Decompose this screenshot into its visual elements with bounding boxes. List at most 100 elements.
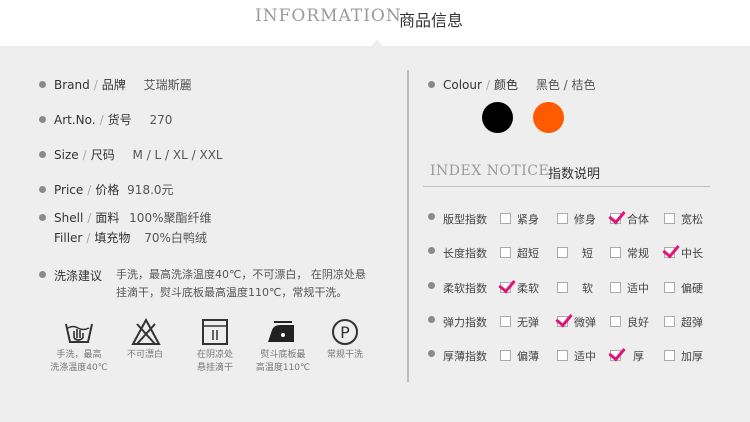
index-option[interactable]: 良好	[610, 314, 649, 330]
index-option-label: 超短	[517, 247, 539, 260]
checkbox[interactable]	[664, 213, 675, 224]
bullet-icon	[428, 350, 435, 357]
index-option-label: 短	[582, 247, 593, 260]
index-option[interactable]: 加厚	[664, 348, 703, 364]
spec-label-en: Price	[54, 183, 84, 197]
bullet-icon	[428, 247, 435, 254]
index-option-label: 良好	[627, 316, 649, 329]
spec-value: 70%白鸭绒	[144, 231, 207, 245]
index-title-en: INDEX NOTICE	[430, 163, 550, 179]
care-caption: 常规干洗	[312, 349, 378, 362]
index-option[interactable]: 无弹	[500, 314, 539, 330]
care-caption-line: 高温度110℃	[255, 363, 311, 373]
spec-label-cn: 填充物	[94, 231, 131, 245]
checkbox[interactable]	[610, 282, 621, 293]
bullet-icon	[39, 271, 46, 278]
checkbox[interactable]	[557, 213, 568, 224]
wash-note: 手洗，最高洗涤温度40℃，不可漂白， 在阴凉处悬 挂滴干，熨斗底板最高温度110…	[116, 266, 386, 302]
checkbox-checked[interactable]	[610, 350, 621, 361]
spec-label-cn: 品牌	[101, 78, 126, 92]
index-option[interactable]: 适中	[610, 280, 649, 296]
checkbox[interactable]	[500, 247, 511, 258]
iron-icon	[268, 321, 294, 342]
checkbox-checked[interactable]	[500, 282, 511, 293]
index-option[interactable]: 修身	[557, 211, 596, 227]
index-option-label: 超弹	[681, 316, 703, 329]
care-caption-line: 手洗，最高	[56, 350, 102, 360]
header-title-en: INFORMATION	[255, 6, 402, 26]
drip-dry-icon	[202, 319, 228, 345]
index-option-label: 适中	[627, 282, 649, 295]
index-option-label: 厚	[633, 350, 644, 363]
index-option[interactable]: 宽松	[664, 211, 703, 227]
index-option[interactable]: 短	[557, 245, 593, 261]
care-caption: 熨斗底板最 高温度110℃	[250, 349, 316, 375]
index-row-label: 柔软指数	[443, 282, 487, 295]
index-option[interactable]: 常规	[610, 245, 649, 261]
index-option[interactable]: 微弹	[557, 314, 596, 330]
spec-label-cn: 货号	[107, 113, 132, 127]
checkbox-checked[interactable]	[557, 316, 568, 327]
index-option-label: 加厚	[681, 350, 703, 363]
checkbox[interactable]	[557, 350, 568, 361]
spec-price: Price / 价格 918.0元	[54, 183, 174, 197]
checkbox-checked[interactable]	[664, 247, 675, 258]
spec-value: M / L / XL / XXL	[132, 148, 223, 162]
index-option-label: 无弹	[517, 316, 539, 329]
index-option-label: 偏硬	[681, 282, 703, 295]
index-row-label: 弹力指数	[443, 316, 487, 329]
spec-label-cn: 价格	[95, 183, 120, 197]
spec-value: 100%聚酯纤维	[129, 211, 212, 225]
bullet-icon	[39, 81, 46, 88]
index-option[interactable]: 紧身	[500, 211, 539, 227]
index-option-label: 柔软	[517, 282, 539, 295]
index-divider	[423, 186, 710, 187]
index-option[interactable]: 软	[557, 280, 593, 296]
spec-value: 270	[149, 113, 173, 127]
spec-label-en: Art.No.	[54, 113, 96, 127]
checkbox[interactable]	[610, 247, 621, 258]
index-option[interactable]: 超短	[500, 245, 539, 261]
index-option[interactable]: 柔软	[500, 280, 539, 296]
wash-note-line: 手洗，最高洗涤温度40℃，不可漂白， 在阴凉处悬	[116, 268, 366, 281]
colour-swatch-black[interactable]	[482, 102, 513, 133]
index-option[interactable]: 偏薄	[500, 348, 539, 364]
checkbox[interactable]	[664, 350, 675, 361]
checkbox-checked[interactable]	[610, 213, 621, 224]
index-option[interactable]: 偏硬	[664, 280, 703, 296]
checkbox[interactable]	[664, 316, 675, 327]
colour-swatch-orange[interactable]	[533, 102, 564, 133]
checkbox[interactable]	[664, 282, 675, 293]
checkbox[interactable]	[500, 213, 511, 224]
spec-label-en: Size	[54, 148, 79, 162]
section-header: INFORMATION 商品信息	[0, 0, 750, 46]
spec-brand: Brand / 品牌 艾瑞斯麗	[54, 78, 192, 92]
index-option[interactable]: 超弹	[664, 314, 703, 330]
checkbox[interactable]	[500, 350, 511, 361]
hand-wash-icon	[65, 323, 93, 343]
index-option[interactable]: 中长	[664, 245, 703, 261]
bullet-icon	[39, 116, 46, 123]
spec-label-en: Brand	[54, 78, 90, 92]
spec-label-cn: 面料	[95, 211, 120, 225]
index-option[interactable]: 厚	[610, 348, 644, 364]
colour-label-cn: 颜色	[493, 78, 518, 92]
bullet-icon	[428, 316, 435, 323]
checkbox[interactable]	[557, 282, 568, 293]
colour-label-en: Colour	[443, 78, 482, 92]
spec-shell: Shell / 面料 100%聚酯纤维	[54, 211, 212, 225]
bullet-icon	[39, 214, 46, 221]
index-option-label: 合体	[627, 213, 649, 226]
index-option-label: 中长	[681, 247, 703, 260]
checkbox[interactable]	[500, 316, 511, 327]
care-caption-line: 熨斗底板最	[260, 350, 306, 360]
index-option[interactable]: 合体	[610, 211, 649, 227]
index-option[interactable]: 适中	[557, 348, 596, 364]
index-option-label: 紧身	[517, 213, 539, 226]
index-option-label: 适中	[574, 350, 596, 363]
bullet-icon	[428, 282, 435, 289]
checkbox[interactable]	[610, 316, 621, 327]
bullet-icon	[428, 213, 435, 220]
index-row-label: 长度指数	[443, 247, 487, 260]
checkbox[interactable]	[557, 247, 568, 258]
